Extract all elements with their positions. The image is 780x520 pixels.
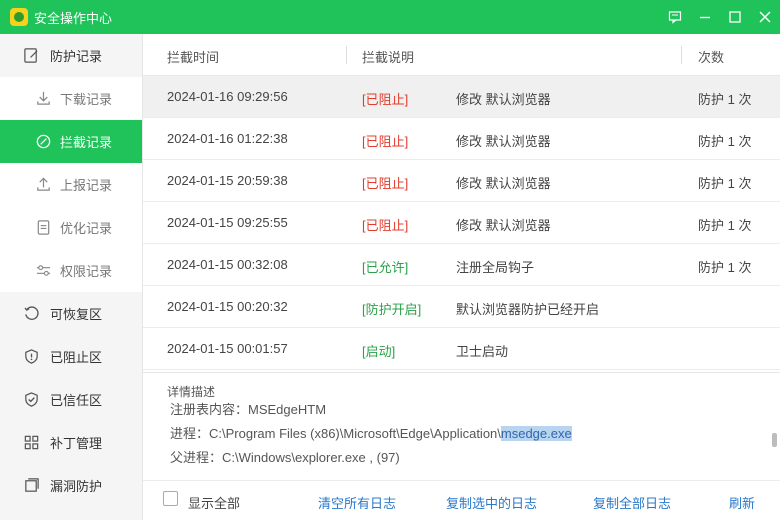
column-divider[interactable] — [346, 46, 347, 64]
copy-selected-link[interactable]: 复制选中的日志 — [446, 493, 537, 512]
sidebar-item-label: 权限记录 — [60, 264, 113, 279]
detail-process-selected: msedge.exe — [500, 426, 572, 441]
row-count: 防护 1 次 — [698, 134, 752, 149]
row-description: 修改 默认浏览器 — [456, 92, 551, 107]
row-status-tag: [启动] — [362, 344, 396, 359]
clear-logs-link[interactable]: 清空所有日志 — [318, 493, 396, 512]
log-table: 2024-01-16 09:29:56 [已阻止] 修改 默认浏览器 防护 1 … — [143, 76, 780, 372]
sidebar-item-optimize-log[interactable]: 优化记录 — [0, 206, 142, 249]
sidebar-item-label: 拦截记录 — [60, 135, 113, 150]
row-status-tag: [已阻止] — [362, 218, 409, 233]
sidebar-item-patch-management[interactable]: 补丁管理 — [0, 421, 142, 464]
sidebar-item-label: 下载记录 — [60, 92, 113, 107]
app-logo-icon — [10, 8, 28, 26]
show-all-label[interactable]: 显示全部 — [188, 493, 240, 512]
sidebar-item-permission-log[interactable]: 权限记录 — [0, 249, 142, 292]
restore-icon — [22, 305, 40, 323]
row-time: 2024-01-15 00:20:32 — [167, 299, 288, 314]
sidebar-item-restore-zone[interactable]: 可恢复区 — [0, 292, 142, 335]
sidebar-item-label: 漏洞防护 — [50, 479, 103, 494]
row-description: 修改 默认浏览器 — [456, 134, 551, 149]
row-status-tag: [已阻止] — [362, 134, 409, 149]
detail-panel[interactable]: 详情描述 注册表内容：MSEdgeHTM 进程：C:\Program Files… — [143, 372, 780, 480]
layers-icon — [22, 477, 40, 495]
title-bar: 安全操作中心 — [0, 0, 780, 34]
shield-check-icon — [22, 391, 40, 409]
sidebar-item-download-log[interactable]: 下载记录 — [0, 77, 142, 120]
row-description: 修改 默认浏览器 — [456, 176, 551, 191]
table-header: 拦截时间 拦截说明 次数 — [143, 34, 780, 76]
detail-scrollbar[interactable] — [772, 433, 777, 447]
detail-title: 详情描述 — [167, 385, 216, 399]
table-row[interactable]: 2024-01-15 00:01:57 [启动] 卫士启动 — [143, 328, 780, 370]
window-title: 安全操作中心 — [34, 10, 113, 26]
blocked-circle-icon — [34, 133, 52, 151]
sidebar-item-blocked-zone[interactable]: 已阻止区 — [0, 335, 142, 378]
row-status-tag: [防护开启] — [362, 302, 422, 317]
row-description: 卫士启动 — [456, 344, 509, 359]
sidebar-item-report-log[interactable]: 上报记录 — [0, 163, 142, 206]
row-time: 2024-01-15 00:01:57 — [167, 341, 288, 356]
row-time: 2024-01-15 09:25:55 — [167, 215, 288, 230]
maximize-icon[interactable] — [720, 0, 750, 34]
copy-all-link[interactable]: 复制全部日志 — [593, 493, 671, 512]
row-description: 默认浏览器防护已经开启 — [456, 302, 600, 317]
grid-icon — [22, 434, 40, 452]
column-divider[interactable] — [681, 46, 682, 64]
table-row[interactable]: 2024-01-16 09:29:56 [已阻止] 修改 默认浏览器 防护 1 … — [143, 76, 780, 118]
upload-icon — [34, 176, 52, 194]
sidebar-item-label: 可恢复区 — [50, 307, 103, 322]
sidebar-item-label: 防护记录 — [50, 49, 103, 64]
minimize-icon[interactable] — [690, 0, 720, 34]
column-header-count[interactable]: 次数 — [698, 47, 724, 66]
row-count: 防护 1 次 — [698, 176, 752, 191]
download-icon — [34, 90, 52, 108]
edit-doc-icon — [22, 47, 40, 65]
row-time: 2024-01-16 09:29:56 — [167, 89, 288, 104]
sidebar-submenu: 下载记录 拦截记录 上报记录 优化记录 权限记录 — [0, 77, 142, 292]
sidebar-item-label: 已阻止区 — [50, 350, 103, 365]
row-status-tag: [已阻止] — [362, 92, 409, 107]
table-row[interactable]: 2024-01-15 00:20:32 [防护开启] 默认浏览器防护已经开启 — [143, 286, 780, 328]
sidebar-item-protection-log[interactable]: 防护记录 — [0, 34, 142, 77]
row-count: 防护 1 次 — [698, 260, 752, 275]
window-controls — [660, 0, 780, 34]
show-all-checkbox[interactable] — [163, 491, 178, 506]
document-icon — [34, 219, 52, 237]
row-description: 注册全局钩子 — [456, 260, 535, 275]
row-description: 修改 默认浏览器 — [456, 218, 551, 233]
sidebar: 防护记录 下载记录 拦截记录 上报记录 优化记录 权限记录 可恢复区 已阻止区 — [0, 34, 143, 520]
row-time: 2024-01-15 20:59:38 — [167, 173, 288, 188]
sidebar-item-trusted-zone[interactable]: 已信任区 — [0, 378, 142, 421]
sidebar-item-vulnerability-protection[interactable]: 漏洞防护 — [0, 464, 142, 507]
footer-bar: 显示全部 清空所有日志 复制选中的日志 复制全部日志 刷新 — [143, 480, 780, 520]
detail-process-path: 进程：C:\Program Files (x86)\Microsoft\Edge… — [170, 423, 572, 442]
sidebar-item-label: 已信任区 — [50, 393, 103, 408]
row-count: 防护 1 次 — [698, 218, 752, 233]
row-time: 2024-01-16 01:22:38 — [167, 131, 288, 146]
row-count: 防护 1 次 — [698, 92, 752, 107]
detail-parent-process: 父进程：C:\Windows\explorer.exe , (97) — [170, 450, 400, 465]
sidebar-item-label: 优化记录 — [60, 221, 113, 236]
table-row[interactable]: 2024-01-15 20:59:38 [已阻止] 修改 默认浏览器 防护 1 … — [143, 160, 780, 202]
refresh-link[interactable]: 刷新 — [729, 493, 755, 512]
sidebar-item-label: 上报记录 — [60, 178, 113, 193]
table-row[interactable]: 2024-01-15 09:25:55 [已阻止] 修改 默认浏览器 防护 1 … — [143, 202, 780, 244]
sliders-icon — [34, 262, 52, 280]
detail-registry-content: 注册表内容：MSEdgeHTM — [170, 402, 327, 417]
close-icon[interactable] — [750, 0, 780, 34]
row-time: 2024-01-15 00:32:08 — [167, 257, 288, 272]
main-panel: 拦截时间 拦截说明 次数 2024-01-16 09:29:56 [已阻止] 修… — [143, 34, 780, 520]
column-header-time[interactable]: 拦截时间 — [167, 47, 219, 66]
sidebar-item-intercept-log[interactable]: 拦截记录 — [0, 120, 142, 163]
row-status-tag: [已允许] — [362, 260, 409, 275]
feedback-icon[interactable] — [660, 0, 690, 34]
detail-process-prefix: 进程：C:\Program Files (x86)\Microsoft\Edge… — [170, 426, 501, 441]
table-row[interactable]: 2024-01-15 00:32:08 [已允许] 注册全局钩子 防护 1 次 — [143, 244, 780, 286]
table-row[interactable]: 2024-01-16 01:22:38 [已阻止] 修改 默认浏览器 防护 1 … — [143, 118, 780, 160]
shield-alert-icon — [22, 348, 40, 366]
sidebar-item-label: 补丁管理 — [50, 436, 103, 451]
row-status-tag: [已阻止] — [362, 176, 409, 191]
column-header-desc[interactable]: 拦截说明 — [362, 47, 414, 66]
